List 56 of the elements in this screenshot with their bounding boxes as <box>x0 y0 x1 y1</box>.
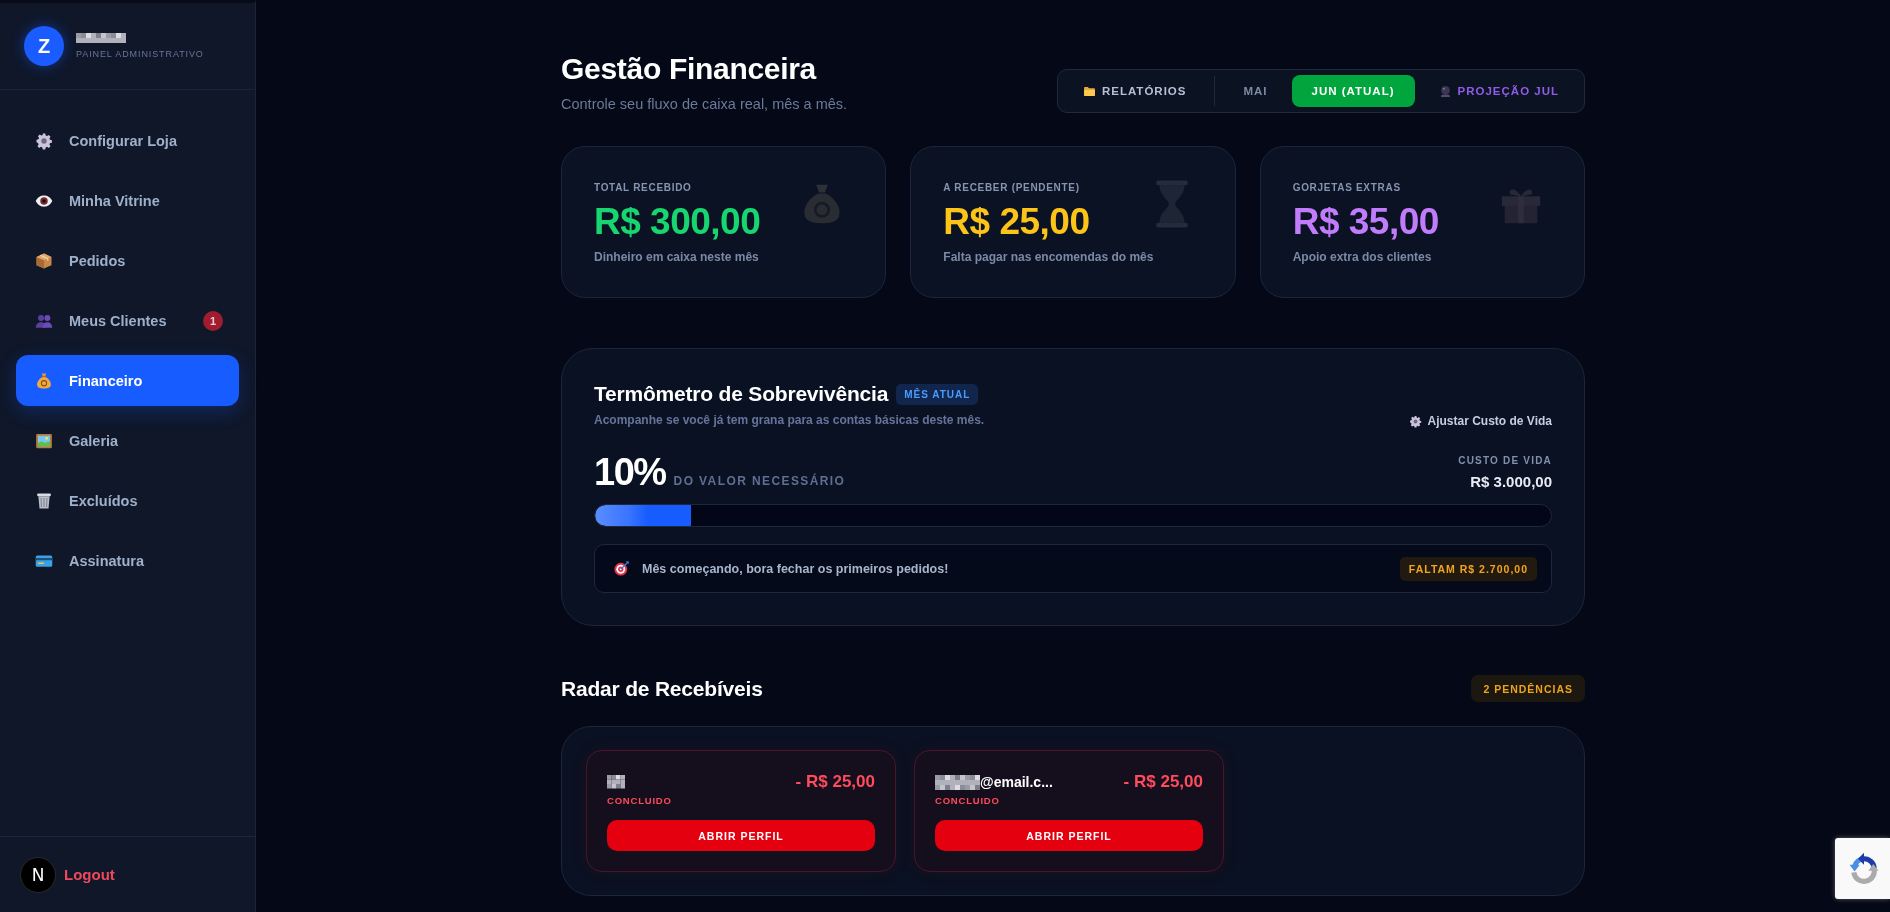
stat-value: R$ 35,00 <box>1292 200 1439 244</box>
stat-value: R$ 25,00 <box>943 200 1090 244</box>
amount-value: - R$ 25,00 <box>795 772 875 792</box>
sidebar-item[interactable]: Galeria <box>16 415 239 466</box>
user-avatar: Z <box>24 26 64 66</box>
page-title: Gestão Financeira <box>561 51 818 87</box>
amount-value: - R$ 25,00 <box>1123 772 1203 792</box>
target-icon <box>613 560 630 577</box>
month-tab[interactable]: MAI <box>1223 75 1288 107</box>
sidebar-item[interactable]: Pedidos <box>16 235 239 286</box>
sidebar-item[interactable]: Assinatura <box>16 535 239 586</box>
stat-label: TOTAL RECEBIDO <box>594 181 692 194</box>
goal-value: R$ 3.000,00 <box>1470 473 1552 490</box>
reports-tab[interactable]: RELATÓRIOS <box>1062 75 1207 107</box>
wastebasket-icon <box>35 491 53 510</box>
framed-picture-icon <box>35 431 53 450</box>
gear-icon <box>35 131 53 150</box>
section-title: Radar de Recebíveis <box>561 676 763 701</box>
message-text: Mês começando, bora fechar os primeiros pedidos! <box>642 561 949 576</box>
adjust-cost-link[interactable]: Ajustar Custo de Vida <box>1408 414 1552 428</box>
status-label: CONCLUIDO <box>607 795 672 807</box>
remaining-amount: FALTAM R$ 2.700,00 <box>1399 556 1537 581</box>
open-profile-button[interactable]: ABRIR PERFIL <box>935 820 1203 851</box>
client-email: @email.c... <box>980 774 1053 790</box>
section-title: Termômetro de Sobrevivência <box>594 381 889 407</box>
initial-button[interactable]: N <box>20 856 56 893</box>
month-tag: MÊS ATUAL <box>896 383 979 405</box>
section-subtitle: Acompanhe se você já tem grana para as contas básicas deste mês. <box>594 413 985 428</box>
stat-label: GORJETAS EXTRAS <box>1292 181 1401 194</box>
sidebar-item[interactable]: Financeiro <box>16 355 239 406</box>
package-icon <box>35 251 53 270</box>
percent-caption: DO VALOR NECESSÁRIO <box>673 474 846 488</box>
sidebar-item[interactable]: Minha Vitrine <box>16 175 239 226</box>
folder-icon <box>1082 84 1096 98</box>
open-profile-button[interactable]: ABRIR PERFIL <box>607 820 875 851</box>
panel-subtitle: PAINEL ADMINISTRATIVO <box>76 49 204 59</box>
pending-count: 2 PENDÊNCIAS <box>1471 675 1585 702</box>
logout-link[interactable]: Logout <box>64 866 115 883</box>
page-subtitle: Controle seu fluxo de caixa real, mês a mês. <box>561 95 848 113</box>
status-label: CONCLUIDO <box>935 795 1000 807</box>
stat-note: Falta pagar nas encomendas do mês <box>943 250 1154 265</box>
goal-label: CUSTO DE VIDA <box>1458 455 1552 466</box>
percent-value: 10% <box>594 450 666 494</box>
circular-arrows-icon <box>1847 851 1881 886</box>
crystal-ball-icon <box>1438 84 1452 98</box>
stat-value: R$ 300,00 <box>594 200 761 244</box>
settings-icon <box>1408 414 1422 428</box>
stat-note: Dinheiro em caixa neste mês <box>594 250 759 265</box>
sidebar-item[interactable]: Configurar Loja <box>16 115 239 166</box>
projection-tab[interactable]: PROJEÇÃO JUL <box>1418 75 1579 107</box>
stat-note: Apoio extra dos clientes <box>1292 250 1432 265</box>
sidebar-item[interactable]: Excluídos <box>16 475 239 526</box>
unread-count: 1 <box>203 310 223 331</box>
sidebar-item[interactable]: Meus Clientes 1 <box>16 295 239 346</box>
money-bag-icon <box>35 371 53 390</box>
stat-label: A RECEBER (PENDENTE) <box>943 181 1080 194</box>
